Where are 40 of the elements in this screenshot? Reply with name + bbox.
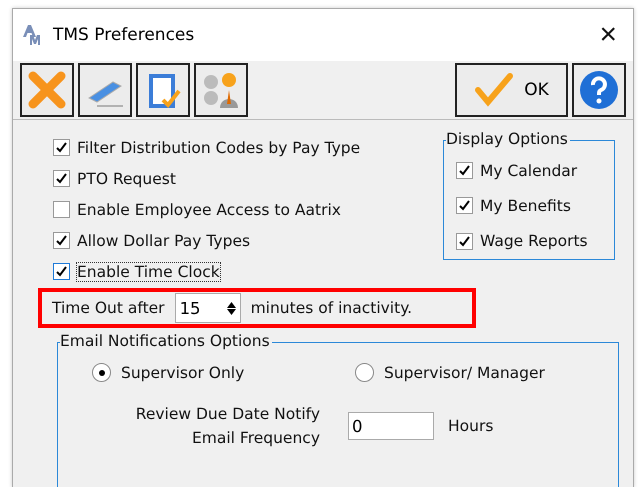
toolbar-button[interactable] <box>136 63 190 117</box>
option-label[interactable]: Allow Dollar Pay Types <box>77 232 250 250</box>
up-arrow-icon[interactable] <box>226 302 236 308</box>
radio-button[interactable] <box>355 363 374 382</box>
option-label[interactable]: My Benefits <box>480 196 571 215</box>
option-label[interactable]: Enable Employee Access to Aatrix <box>77 200 341 218</box>
checkbox[interactable] <box>456 197 473 214</box>
checkbox[interactable] <box>53 139 70 156</box>
radio-button[interactable] <box>92 363 111 382</box>
down-arrow-icon[interactable] <box>226 308 236 314</box>
close-button[interactable]: × <box>591 18 625 52</box>
option-label[interactable]: Wage Reports <box>480 232 588 250</box>
timeout-label: Time Out after <box>52 299 165 317</box>
checkbox[interactable] <box>456 162 473 180</box>
option-label[interactable]: Filter Distribution Codes by Pay Type <box>77 138 360 156</box>
group-title: Email Notifications Options <box>60 332 272 350</box>
toolbar-button[interactable] <box>20 63 74 117</box>
option-label[interactable]: My Calendar <box>480 162 578 180</box>
option-label[interactable]: PTO Request <box>77 170 176 188</box>
option-label[interactable]: Enable Time Clock <box>77 262 220 280</box>
checkbox[interactable] <box>53 170 70 187</box>
unit-label: Hours <box>448 417 494 435</box>
toolbar-button[interactable] <box>194 63 248 117</box>
group-title: Display Options <box>446 130 570 148</box>
spin-field[interactable]: 15 <box>174 293 241 323</box>
frequency-field[interactable]: 0 <box>348 412 434 440</box>
radio-label[interactable]: Supervisor Only <box>121 364 244 382</box>
radio-label[interactable]: Supervisor/ Manager <box>384 364 545 382</box>
checkbox[interactable] <box>53 232 70 249</box>
frequency-label: Review Due Date Notify Email Frequency <box>134 404 320 449</box>
checkbox[interactable] <box>53 263 70 280</box>
checkmark-icon <box>474 72 514 108</box>
ok-button[interactable]: OK <box>455 63 568 117</box>
help-button[interactable] <box>572 63 626 117</box>
checkbox[interactable] <box>456 232 473 250</box>
toolbar-button[interactable] <box>78 63 132 117</box>
checkbox[interactable] <box>53 201 70 218</box>
window-title: TMS Preferences <box>53 25 196 45</box>
help-icon <box>577 68 621 112</box>
timeout-suffix: minutes of inactivity. <box>250 299 412 317</box>
